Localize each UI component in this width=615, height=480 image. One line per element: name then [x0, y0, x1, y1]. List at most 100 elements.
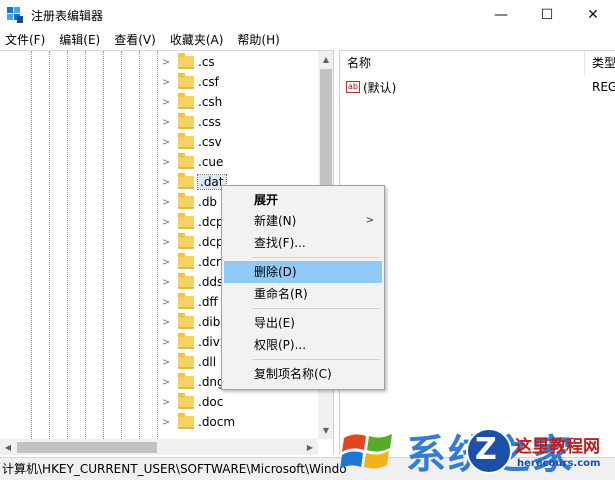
chevron-right-icon[interactable]: >	[160, 197, 172, 208]
tree-item[interactable]: > .cs	[160, 52, 215, 72]
folder-icon	[178, 372, 194, 389]
ctx-permissions[interactable]: 权限(P)...	[224, 334, 382, 356]
tree-item-label: .csv	[198, 135, 222, 149]
chevron-right-icon[interactable]: >	[160, 277, 172, 288]
ctx-rename[interactable]: 重命名(R)	[224, 283, 382, 305]
tree-item[interactable]: > .dat	[160, 172, 227, 192]
folder-icon	[178, 352, 194, 369]
chevron-right-icon[interactable]: >	[160, 417, 172, 428]
tree-item[interactable]: > .csh	[160, 92, 222, 112]
folder-icon	[178, 312, 194, 329]
window-title: 注册表编辑器	[31, 8, 104, 23]
ctx-export[interactable]: 导出(E)	[224, 312, 382, 334]
menu-bar: 文件(F) 编辑(E) 查看(V) 收藏夹(A) 帮助(H)	[0, 30, 615, 50]
chevron-right-icon[interactable]: >	[160, 377, 172, 388]
close-button[interactable]: ✕	[570, 0, 615, 30]
chevron-right-icon[interactable]: >	[160, 97, 172, 108]
tree-item-label: .css	[198, 115, 221, 129]
scroll-up-icon[interactable]: ▲	[318, 51, 333, 68]
value-name: (默认)	[363, 80, 397, 95]
chevron-right-icon[interactable]: >	[160, 357, 172, 368]
title-bar: 注册表编辑器 — ☐ ✕	[0, 0, 615, 30]
tree-item[interactable]: > .dcp	[160, 232, 224, 252]
menu-help[interactable]: 帮助(H)	[230, 30, 286, 50]
tree-item[interactable]: > .db	[160, 192, 217, 212]
ctx-expand[interactable]: 展开	[224, 189, 382, 211]
chevron-right-icon[interactable]: >	[160, 257, 172, 268]
chevron-right-icon[interactable]: >	[160, 57, 172, 68]
folder-icon	[178, 112, 194, 129]
folder-icon	[178, 92, 194, 109]
tree-item[interactable]: > .csf	[160, 72, 219, 92]
tree-item-label: .db	[198, 195, 218, 209]
tree-item-label: .dds	[198, 275, 224, 289]
column-header-type[interactable]: 类型	[585, 51, 615, 75]
tree-item[interactable]: > .csv	[160, 132, 222, 152]
chevron-right-icon[interactable]: >	[160, 237, 172, 248]
ctx-delete[interactable]: 删除(D)	[224, 261, 382, 283]
chevron-right-icon: >	[365, 215, 374, 226]
registry-editor-icon	[7, 7, 23, 23]
tree-item[interactable]: > .dcp	[160, 212, 224, 232]
chevron-right-icon[interactable]: >	[160, 337, 172, 348]
watermark-site-url: herecours.com	[517, 458, 601, 469]
chevron-right-icon[interactable]: >	[160, 77, 172, 88]
menu-favorites[interactable]: 收藏夹(A)	[163, 30, 231, 50]
scroll-right-icon[interactable]: ▶	[302, 439, 318, 455]
ctx-copy-key-name[interactable]: 复制项名称(C)	[224, 363, 382, 385]
menu-edit[interactable]: 编辑(E)	[52, 30, 107, 50]
folder-icon	[178, 72, 194, 89]
chevron-right-icon[interactable]: >	[160, 117, 172, 128]
tree-item-label: .dcp	[198, 235, 224, 249]
tree-item-label: .doc	[198, 395, 224, 409]
menu-view[interactable]: 查看(V)	[107, 30, 163, 50]
column-header-name[interactable]: 名称	[340, 51, 585, 75]
minimize-button[interactable]: —	[478, 0, 524, 30]
maximize-button[interactable]: ☐	[524, 0, 570, 30]
tree-horizontal-scrollbar[interactable]: ◀ ▶	[0, 439, 318, 455]
tree-item-label: .dib	[198, 315, 221, 329]
chevron-right-icon[interactable]: >	[160, 177, 172, 188]
watermark-badge-letter: Z	[475, 432, 497, 467]
tree-item[interactable]: > .dib	[160, 312, 220, 332]
tree-item[interactable]: > .dll	[160, 352, 216, 372]
ctx-find[interactable]: 查找(F)...	[224, 232, 382, 254]
tree-item[interactable]: > .doc	[160, 392, 223, 412]
ctx-new-label: 新建(N)	[254, 214, 297, 228]
tree-item[interactable]: > .dng	[160, 372, 225, 392]
tree-item-label: .docm	[198, 415, 236, 429]
tree-item[interactable]: > .dcr	[160, 252, 221, 272]
tree-item-label: .dll	[198, 355, 217, 369]
folder-icon	[178, 232, 194, 249]
value-row-default[interactable]: ab (默认)	[346, 78, 396, 96]
folder-icon	[178, 272, 194, 289]
ctx-new[interactable]: 新建(N) >	[224, 210, 382, 232]
scroll-thumb-horizontal[interactable]	[17, 442, 157, 453]
chevron-right-icon[interactable]: >	[160, 137, 172, 148]
string-value-ab-icon: ab	[346, 81, 360, 93]
chevron-right-icon[interactable]: >	[160, 297, 172, 308]
folder-icon	[178, 192, 194, 209]
scroll-left-icon[interactable]: ◀	[0, 439, 16, 455]
tree-item-label: .dff	[198, 295, 218, 309]
tree-item[interactable]: > .divx	[160, 332, 227, 352]
ctx-separator	[252, 359, 380, 360]
tree-item[interactable]: > .css	[160, 112, 221, 132]
menu-file[interactable]: 文件(F)	[0, 30, 52, 50]
tree-item-label: .dcp	[198, 215, 224, 229]
ctx-separator	[252, 257, 380, 258]
folder-icon	[178, 292, 194, 309]
chevron-right-icon[interactable]: >	[160, 397, 172, 408]
folder-icon	[178, 412, 194, 429]
tree-item[interactable]: > .docm	[160, 412, 235, 432]
folder-icon	[178, 392, 194, 409]
tree-item[interactable]: > .dff	[160, 292, 218, 312]
chevron-right-icon[interactable]: >	[160, 157, 172, 168]
tree-item-label: .cue	[198, 155, 224, 169]
tree-item[interactable]: > .cue	[160, 152, 223, 172]
chevron-right-icon[interactable]: >	[160, 217, 172, 228]
chevron-right-icon[interactable]: >	[160, 317, 172, 328]
scroll-down-icon[interactable]: ▼	[318, 422, 333, 439]
tree-item[interactable]: > .dds	[160, 272, 223, 292]
tree-item-label: .csf	[198, 75, 219, 89]
